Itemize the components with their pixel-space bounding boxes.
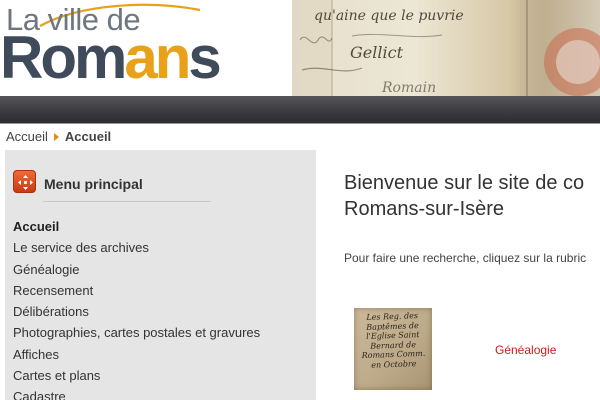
sidebar: Menu principal Accueil Le service des ar… — [5, 150, 316, 400]
logo-part2: s — [188, 24, 221, 91]
menu-item-cadastre[interactable]: Cadastre — [13, 386, 260, 400]
header-banner: La ville de Romans qu'aine que le puvrie… — [0, 0, 600, 96]
genealogie-link[interactable]: Généalogie — [495, 343, 556, 357]
page-title-line2: Romans-sur-Isère — [344, 198, 505, 220]
handwriting-line1: qu'aine que le puvrie — [314, 8, 464, 24]
menu-item-affiches[interactable]: Affiches — [13, 344, 260, 365]
move-arrows-icon — [13, 170, 36, 193]
intro-text: Pour faire une recherche, cliquez sur la… — [344, 251, 587, 265]
menu-item-accueil[interactable]: Accueil — [13, 216, 260, 237]
logo-line2: Romans — [0, 24, 222, 91]
breadcrumb-current: Accueil — [64, 129, 112, 144]
menu-item-photographies[interactable]: Photographies, cartes postales et gravur… — [13, 322, 260, 343]
logo-part1: Rom — [0, 24, 127, 91]
menu-item-deliberations[interactable]: Délibérations — [13, 301, 260, 322]
page-title-line1: Bienvenue sur le site de co — [344, 172, 585, 194]
manuscript-artwork: qu'aine que le puvrie Gellict Romain — [292, 0, 600, 96]
top-nav-bar — [0, 96, 600, 124]
header-manuscript-photo: qu'aine que le puvrie Gellict Romain — [292, 0, 600, 96]
handwriting-line3: Romain — [381, 80, 436, 96]
menu-item-genealogie[interactable]: Généalogie — [13, 259, 260, 280]
menu-item-cartes-plans[interactable]: Cartes et plans — [13, 365, 260, 386]
main-menu-list: Accueil Le service des archives Généalog… — [13, 216, 260, 400]
handwriting-line2: Gellict — [350, 43, 404, 62]
menu-divider — [43, 201, 211, 202]
site-logo[interactable]: La ville de Romans — [0, 0, 292, 96]
genealogie-thumbnail[interactable]: Les Reg. des Baptêmes de l'Eglise Saint … — [354, 308, 432, 390]
breadcrumb-home-link[interactable]: Accueil — [6, 129, 48, 144]
menu-item-service-archives[interactable]: Le service des archives — [13, 237, 260, 258]
logo-highlight: an — [124, 24, 191, 91]
breadcrumb: Accueil Accueil — [6, 129, 111, 147]
page-title: Bienvenue sur le site de co Romans-sur-I… — [344, 170, 600, 222]
breadcrumb-arrow-icon — [53, 133, 59, 142]
menu-item-recensement[interactable]: Recensement — [13, 280, 260, 301]
main-content: Bienvenue sur le site de co Romans-sur-I… — [330, 150, 600, 400]
menu-title: Menu principal — [44, 176, 143, 192]
thumbnail-caption: Les Reg. des Baptêmes de l'Eglise Saint … — [361, 311, 426, 370]
